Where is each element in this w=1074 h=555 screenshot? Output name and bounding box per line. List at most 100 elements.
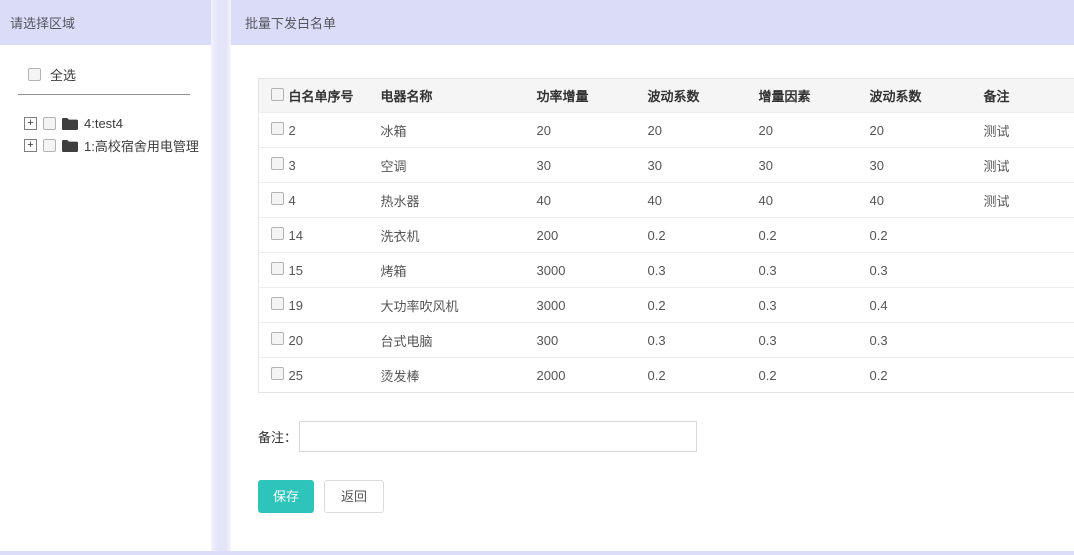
cell-id: 15 <box>289 253 381 288</box>
sidebar-title: 请选择区域 <box>10 13 75 32</box>
cell-appliance: 洗衣机 <box>381 218 537 253</box>
cell-power: 300 <box>537 323 648 358</box>
cell-id: 2 <box>289 113 381 148</box>
cell-factor: 30 <box>759 148 870 183</box>
select-all-checkbox[interactable] <box>28 68 41 81</box>
cell-fluct: 0.2 <box>648 288 759 323</box>
cell-power: 3000 <box>537 288 648 323</box>
tree-node-label[interactable]: 1:高校宿舍用电管理 <box>84 136 199 155</box>
remark-input[interactable] <box>299 421 697 452</box>
cell-fluct: 20 <box>648 113 759 148</box>
cell-fluct2: 20 <box>870 113 984 148</box>
cell-power: 30 <box>537 148 648 183</box>
whitelist-table-wrap: 白名单序号 电器名称 功率增量 波动系数 增量因素 波动系数 备注 2 冰箱 <box>258 78 1074 393</box>
region-tree: + 4:test4 + 1:高校宿舍用电管理 <box>0 112 211 156</box>
main-header: 批量下发白名单 <box>231 0 1074 45</box>
cell-appliance: 台式电脑 <box>381 323 537 358</box>
column-header: 电器名称 <box>381 79 537 113</box>
cell-id: 25 <box>289 358 381 393</box>
region-sidebar: 请选择区域 全选 + 4:test4 + 1:高校宿舍用电管理 <box>0 0 211 555</box>
cell-fluct: 40 <box>648 183 759 218</box>
sidebar-header: 请选择区域 <box>0 0 211 45</box>
cell-fluct2: 0.3 <box>870 323 984 358</box>
cell-fluct2: 0.2 <box>870 218 984 253</box>
row-checkbox[interactable] <box>271 157 284 170</box>
row-checkbox[interactable] <box>271 332 284 345</box>
column-header: 增量因素 <box>759 79 870 113</box>
table-header-row: 白名单序号 电器名称 功率增量 波动系数 增量因素 波动系数 备注 <box>259 79 1074 113</box>
cell-factor: 0.3 <box>759 253 870 288</box>
sidebar-divider <box>18 94 190 95</box>
cell-power: 2000 <box>537 358 648 393</box>
cell-fluct: 0.3 <box>648 323 759 358</box>
cell-fluct: 0.2 <box>648 218 759 253</box>
table-row: 19 大功率吹风机 3000 0.2 0.3 0.4 <box>259 288 1074 323</box>
cell-remark: 测试 <box>984 113 1074 148</box>
table-row: 3 空调 30 30 30 30 测试 <box>259 148 1074 183</box>
cell-appliance: 大功率吹风机 <box>381 288 537 323</box>
cell-remark <box>984 288 1074 323</box>
cell-power: 20 <box>537 113 648 148</box>
remark-row: 备注： <box>258 421 1074 452</box>
cell-appliance: 热水器 <box>381 183 537 218</box>
table-row: 2 冰箱 20 20 20 20 测试 <box>259 113 1074 148</box>
select-all-row: 全选 <box>0 65 211 84</box>
back-button[interactable]: 返回 <box>324 480 384 513</box>
cell-appliance: 烫发棒 <box>381 358 537 393</box>
row-checkbox[interactable] <box>271 122 284 135</box>
column-header: 波动系数 <box>648 79 759 113</box>
row-checkbox[interactable] <box>271 367 284 380</box>
cell-id: 4 <box>289 183 381 218</box>
cell-id: 14 <box>289 218 381 253</box>
cell-fluct2: 0.3 <box>870 253 984 288</box>
select-all-label[interactable]: 全选 <box>50 65 76 84</box>
tree-node-label[interactable]: 4:test4 <box>84 116 123 131</box>
row-checkbox[interactable] <box>271 297 284 310</box>
cell-remark <box>984 323 1074 358</box>
cell-appliance: 冰箱 <box>381 113 537 148</box>
folder-icon <box>62 117 78 130</box>
bottom-accent-strip <box>0 551 1074 555</box>
cell-factor: 20 <box>759 113 870 148</box>
cell-power: 3000 <box>537 253 648 288</box>
cell-factor: 0.3 <box>759 323 870 358</box>
tree-node-dorm-power: + 1:高校宿舍用电管理 <box>0 134 211 156</box>
cell-id: 3 <box>289 148 381 183</box>
cell-power: 200 <box>537 218 648 253</box>
column-header: 功率增量 <box>537 79 648 113</box>
table-row: 4 热水器 40 40 40 40 测试 <box>259 183 1074 218</box>
expand-plus-icon[interactable]: + <box>24 117 37 130</box>
cell-remark <box>984 358 1074 393</box>
folder-icon <box>62 139 78 152</box>
row-checkbox[interactable] <box>271 192 284 205</box>
cell-fluct: 0.3 <box>648 253 759 288</box>
cell-fluct: 0.2 <box>648 358 759 393</box>
cell-power: 40 <box>537 183 648 218</box>
cell-factor: 0.3 <box>759 288 870 323</box>
cell-id: 20 <box>289 323 381 358</box>
remark-label: 备注： <box>258 427 297 446</box>
cell-remark: 测试 <box>984 148 1074 183</box>
cell-remark <box>984 253 1074 288</box>
table-row: 25 烫发棒 2000 0.2 0.2 0.2 <box>259 358 1074 393</box>
cell-remark: 测试 <box>984 183 1074 218</box>
action-buttons-row: 保存 返回 <box>258 480 1074 513</box>
select-all-rows-checkbox[interactable] <box>271 88 284 101</box>
expand-plus-icon[interactable]: + <box>24 139 37 152</box>
table-row: 14 洗衣机 200 0.2 0.2 0.2 <box>259 218 1074 253</box>
cell-appliance: 空调 <box>381 148 537 183</box>
table-row: 20 台式电脑 300 0.3 0.3 0.3 <box>259 323 1074 358</box>
tree-node-checkbox[interactable] <box>43 117 56 130</box>
row-checkbox[interactable] <box>271 262 284 275</box>
column-header: 备注 <box>984 79 1074 113</box>
cell-fluct2: 30 <box>870 148 984 183</box>
cell-factor: 0.2 <box>759 218 870 253</box>
cell-factor: 40 <box>759 183 870 218</box>
tree-node-checkbox[interactable] <box>43 139 56 152</box>
save-button[interactable]: 保存 <box>258 480 314 513</box>
whitelist-table: 白名单序号 电器名称 功率增量 波动系数 增量因素 波动系数 备注 2 冰箱 <box>258 78 1074 393</box>
cell-fluct2: 40 <box>870 183 984 218</box>
cell-fluct2: 0.4 <box>870 288 984 323</box>
row-checkbox[interactable] <box>271 227 284 240</box>
cell-fluct2: 0.2 <box>870 358 984 393</box>
